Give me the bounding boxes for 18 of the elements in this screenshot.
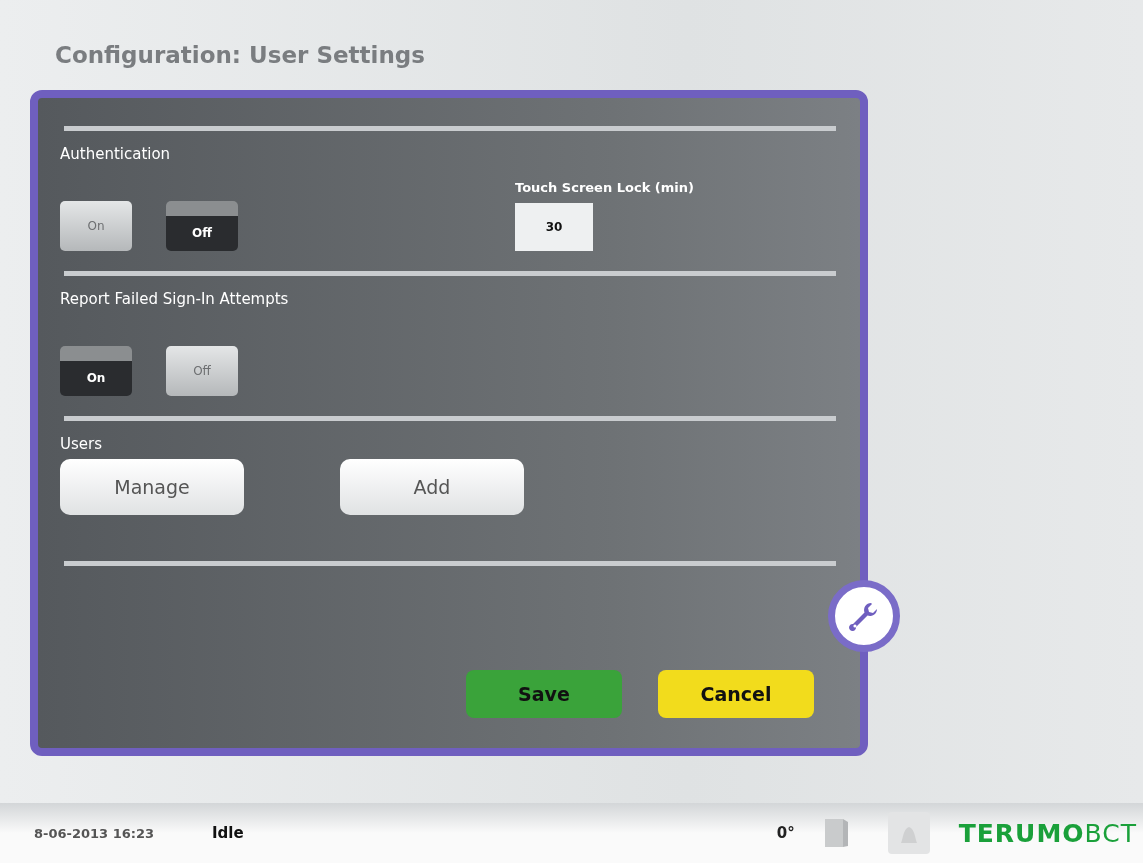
brand-logo: TERUMOBCT [958,818,1137,848]
input-field[interactable]: 30 [515,203,593,251]
section-heading: Users [60,435,103,453]
save-button[interactable]: Save [466,670,622,718]
toggle-button[interactable]: On [60,346,132,396]
toggle-button[interactable]: Off [166,201,238,251]
field-label: Touch Screen Lock (min) [515,180,694,195]
toggle-button[interactable]: On [60,201,132,251]
cancel-button[interactable]: Cancel [658,670,814,718]
toggle-button[interactable]: Off [166,346,238,396]
action-button[interactable]: Manage [60,459,244,515]
page-title: Configuration: User Settings [55,42,426,70]
date-time: 8-06-2013 16:23 [34,825,155,841]
tilt-reading: 0° [776,824,795,842]
section-heading: Report Failed Sign-In Attempts [60,290,290,308]
action-button[interactable]: Add [340,459,524,515]
status-text: Idle [212,824,244,842]
section-heading: Authentication [60,145,172,163]
